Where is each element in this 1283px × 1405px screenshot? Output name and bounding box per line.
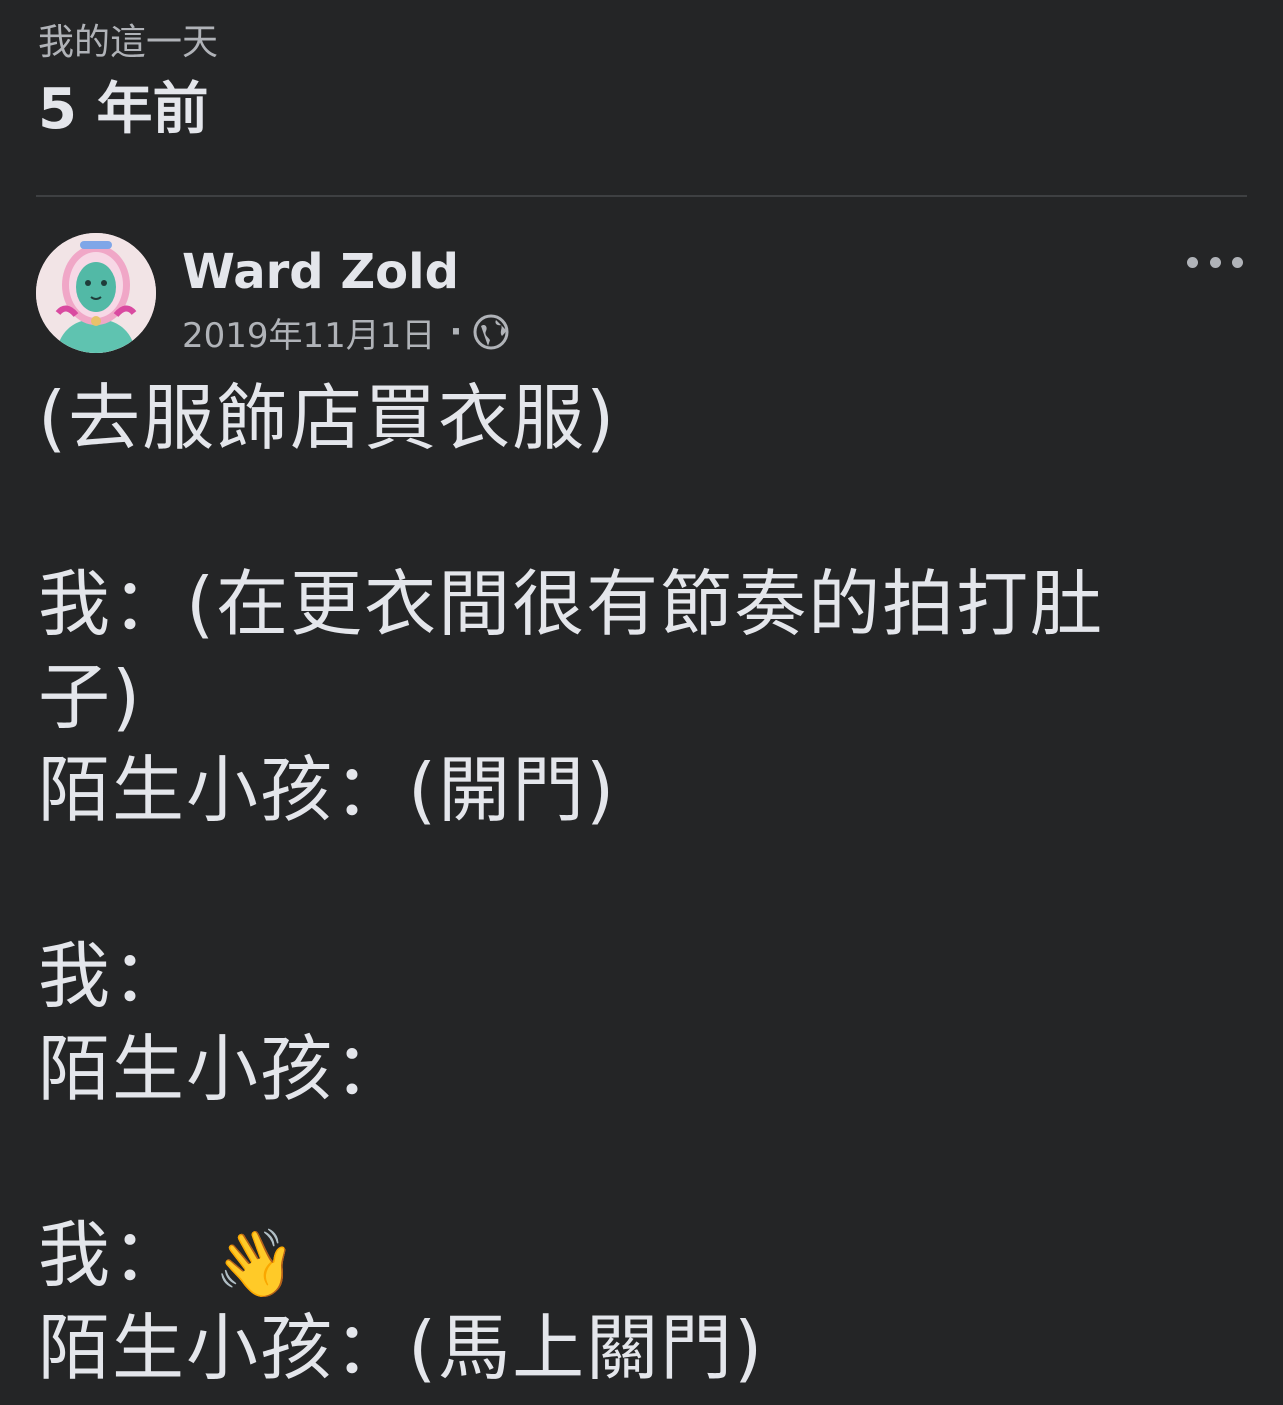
post-line-text: 我： xyxy=(38,1213,187,1297)
post-header: Ward Zold 2019年11月1日 · xyxy=(36,233,1247,357)
post-meta: 2019年11月1日 · xyxy=(182,307,510,357)
memory-header: 我的這一天 5 年前 xyxy=(38,18,218,146)
more-dot xyxy=(1209,256,1221,268)
divider xyxy=(36,195,1247,197)
post-line xyxy=(38,1116,1238,1209)
post-line xyxy=(38,837,1238,930)
post-line: 我： xyxy=(38,934,187,1018)
post-line xyxy=(38,465,1238,558)
author-name[interactable]: Ward Zold xyxy=(182,243,459,301)
waving-hand-emoji: 👋 xyxy=(214,1225,299,1302)
post-line: 陌生小孩：(開門) xyxy=(38,748,617,832)
avatar-image xyxy=(36,233,156,353)
post-line: 子) xyxy=(38,655,143,739)
more-dot xyxy=(1232,256,1243,268)
more-options-icon[interactable] xyxy=(1187,247,1243,277)
memory-years-ago: 5 年前 xyxy=(38,77,209,142)
post-body: (去服飾店買衣服) 我：(在更衣間很有節奏的拍打肚 子) 陌生小孩：(開門) 我… xyxy=(38,372,1238,1395)
meta-separator: · xyxy=(449,312,463,352)
post-line: (去服飾店買衣服) xyxy=(38,376,617,460)
post-line: 陌生小孩： xyxy=(38,1027,409,1111)
more-dot xyxy=(1187,256,1198,268)
post-line: 我：(在更衣間很有節奏的拍打肚 xyxy=(38,562,1105,646)
memory-kicker: 我的這一天 xyxy=(38,22,219,63)
avatar[interactable] xyxy=(36,233,156,353)
post-date[interactable]: 2019年11月1日 xyxy=(182,308,435,357)
post-line-wave: 我： 👋 xyxy=(38,1209,1238,1302)
post-line: 陌生小孩：(馬上關門) xyxy=(38,1306,765,1390)
globe-icon[interactable] xyxy=(472,313,510,351)
